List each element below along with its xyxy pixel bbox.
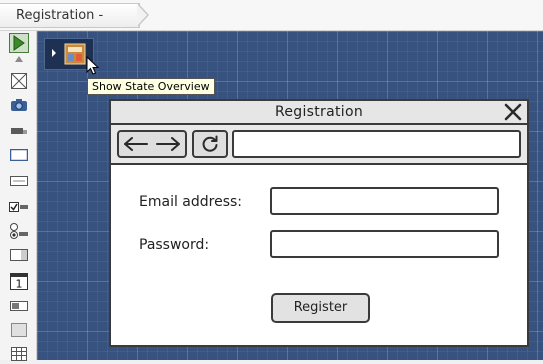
- breadcrumb-bar: Registration - Initial: [0, 0, 543, 46]
- calendar-icon[interactable]: 1: [9, 271, 29, 291]
- wireframe-title-bar: Registration: [111, 101, 527, 125]
- scroll-up-icon[interactable]: [9, 53, 29, 65]
- email-field[interactable]: [270, 187, 499, 215]
- browser-nav-bar: [111, 125, 527, 165]
- text-field-icon[interactable]: [9, 171, 29, 191]
- combo-box-icon[interactable]: [9, 245, 29, 265]
- breadcrumb-item[interactable]: Registration - Initial: [0, 3, 140, 46]
- email-label: Email address:: [139, 194, 243, 210]
- state-overview-icon: [64, 43, 86, 65]
- back-arrow-icon[interactable]: [123, 137, 149, 151]
- checkbox-icon[interactable]: [9, 197, 29, 217]
- button-icon[interactable]: [9, 145, 29, 165]
- toggle-icon[interactable]: [9, 296, 29, 316]
- camera-icon[interactable]: [9, 95, 29, 115]
- refresh-button[interactable]: [192, 130, 228, 158]
- select-arrow-icon[interactable]: [9, 33, 29, 53]
- widget-palette: 1: [0, 31, 37, 361]
- wireframe-title: Registration: [274, 104, 364, 120]
- password-label: Password:: [139, 237, 210, 253]
- mouse-cursor-icon: [86, 56, 100, 75]
- register-button[interactable]: Register: [271, 293, 370, 323]
- close-icon[interactable]: [503, 102, 523, 122]
- image-placeholder-icon[interactable]: [9, 71, 29, 91]
- password-field[interactable]: [270, 230, 499, 258]
- expand-triangle-icon: [52, 49, 56, 57]
- table-icon[interactable]: [9, 344, 29, 364]
- tooltip: Show State Overview: [87, 78, 215, 95]
- forward-arrow-icon[interactable]: [155, 137, 181, 151]
- calendar-day: 1: [16, 278, 23, 291]
- label-icon[interactable]: [9, 121, 29, 141]
- wireframe-window[interactable]: Registration Email address: Password: Re…: [109, 99, 529, 347]
- breadcrumb-separator-inner: [137, 4, 147, 26]
- nav-buttons: [117, 130, 187, 158]
- radio-icon[interactable]: [9, 221, 29, 241]
- panel-icon[interactable]: [9, 320, 29, 340]
- refresh-icon: [202, 135, 218, 152]
- url-field[interactable]: [232, 130, 521, 158]
